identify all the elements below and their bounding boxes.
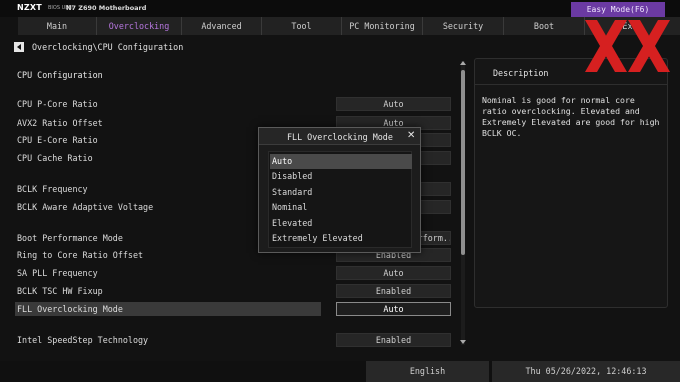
setting-label: FLL Overclocking Mode [17,304,123,314]
setting-value-button[interactable]: Auto [336,97,451,111]
breadcrumb: Overclocking\CPU Configuration [14,41,183,53]
setting-value-button[interactable]: Enabled [336,333,451,347]
setting-label: BCLK Frequency [17,184,88,194]
easy-mode-button[interactable]: Easy Mode(F6) [571,2,665,17]
brand-logo: NZXT [17,3,42,12]
setting-label: CPU E-Core Ratio [17,135,98,145]
option-extremely-elevated[interactable]: Extremely Elevated [270,231,412,246]
date-time-display: Thu 05/26/2022, 12:46:13 [492,361,680,382]
tab-advanced[interactable]: Advanced [182,17,262,35]
setting-row-intel-speedstep-technology[interactable]: Intel SpeedStep Technology Enabled [0,333,460,347]
description-title: Description [493,68,549,78]
setting-label: Intel SpeedStep Technology [17,335,149,345]
description-text: Nominal is good for normal core ratio ov… [482,95,660,138]
tab-boot[interactable]: Boot [504,17,585,35]
scroll-up-arrow-icon[interactable] [460,61,466,65]
close-icon[interactable]: ✕ [407,131,417,141]
setting-label: BCLK Aware Adaptive Voltage [17,202,154,212]
section-title: CPU Configuration [17,70,103,80]
dialog-title: FLL Overclocking Mode [287,132,393,142]
option-elevated[interactable]: Elevated [270,216,412,231]
breadcrumb-path: Overclocking\CPU Configuration [32,42,184,52]
xx-watermark-logo [585,20,670,72]
dialog-header: FLL Overclocking Mode ✕ [259,128,420,145]
description-panel: Description Nominal is good for normal c… [474,58,668,308]
setting-row-fll-overclocking-mode[interactable]: FLL Overclocking Mode Auto [0,302,460,316]
setting-row-sa-pll-frequency[interactable]: SA PLL Frequency Auto [0,266,460,280]
tab-security[interactable]: Security [423,17,504,35]
option-disabled[interactable]: Disabled [270,169,412,184]
setting-label: Boot Performance Mode [17,233,123,243]
setting-label: Ring to Core Ratio Offset [17,250,144,260]
setting-label: SA PLL Frequency [17,268,98,278]
tab-overclocking[interactable]: Overclocking [97,17,182,35]
setting-value-button[interactable]: Enabled [336,284,451,298]
setting-row-cpu-p-core-ratio[interactable]: CPU P-Core Ratio Auto [0,97,460,111]
setting-label: CPU P-Core Ratio [17,99,98,109]
scrollbar-thumb[interactable] [461,70,465,255]
setting-label: BCLK TSC HW Fixup [17,286,103,296]
setting-label: CPU Cache Ratio [17,153,93,163]
fll-mode-dialog: FLL Overclocking Mode ✕ Auto Disabled St… [258,127,421,253]
setting-value-button[interactable]: Auto [336,302,451,316]
back-arrow-icon[interactable] [14,42,24,52]
option-standard[interactable]: Standard [270,185,412,200]
option-auto[interactable]: Auto [270,154,412,169]
setting-value-button[interactable]: Auto [336,266,451,280]
language-selector[interactable]: English [366,361,489,382]
option-list: Auto Disabled Standard Nominal Elevated … [268,151,412,248]
setting-row-bclk-tsc-hw-fixup[interactable]: BCLK TSC HW Fixup Enabled [0,284,460,298]
tab-main[interactable]: Main [18,17,97,35]
motherboard-model: N7 Z690 Motherboard [66,4,147,12]
main-tabs: Main Overclocking Advanced Tool PC Monit… [18,17,680,35]
tab-pc-monitoring[interactable]: PC Monitoring [342,17,423,35]
option-nominal[interactable]: Nominal [270,200,412,215]
setting-label: AVX2 Ratio Offset [17,118,103,128]
tab-tool[interactable]: Tool [262,17,342,35]
scroll-down-arrow-icon[interactable] [460,340,466,344]
